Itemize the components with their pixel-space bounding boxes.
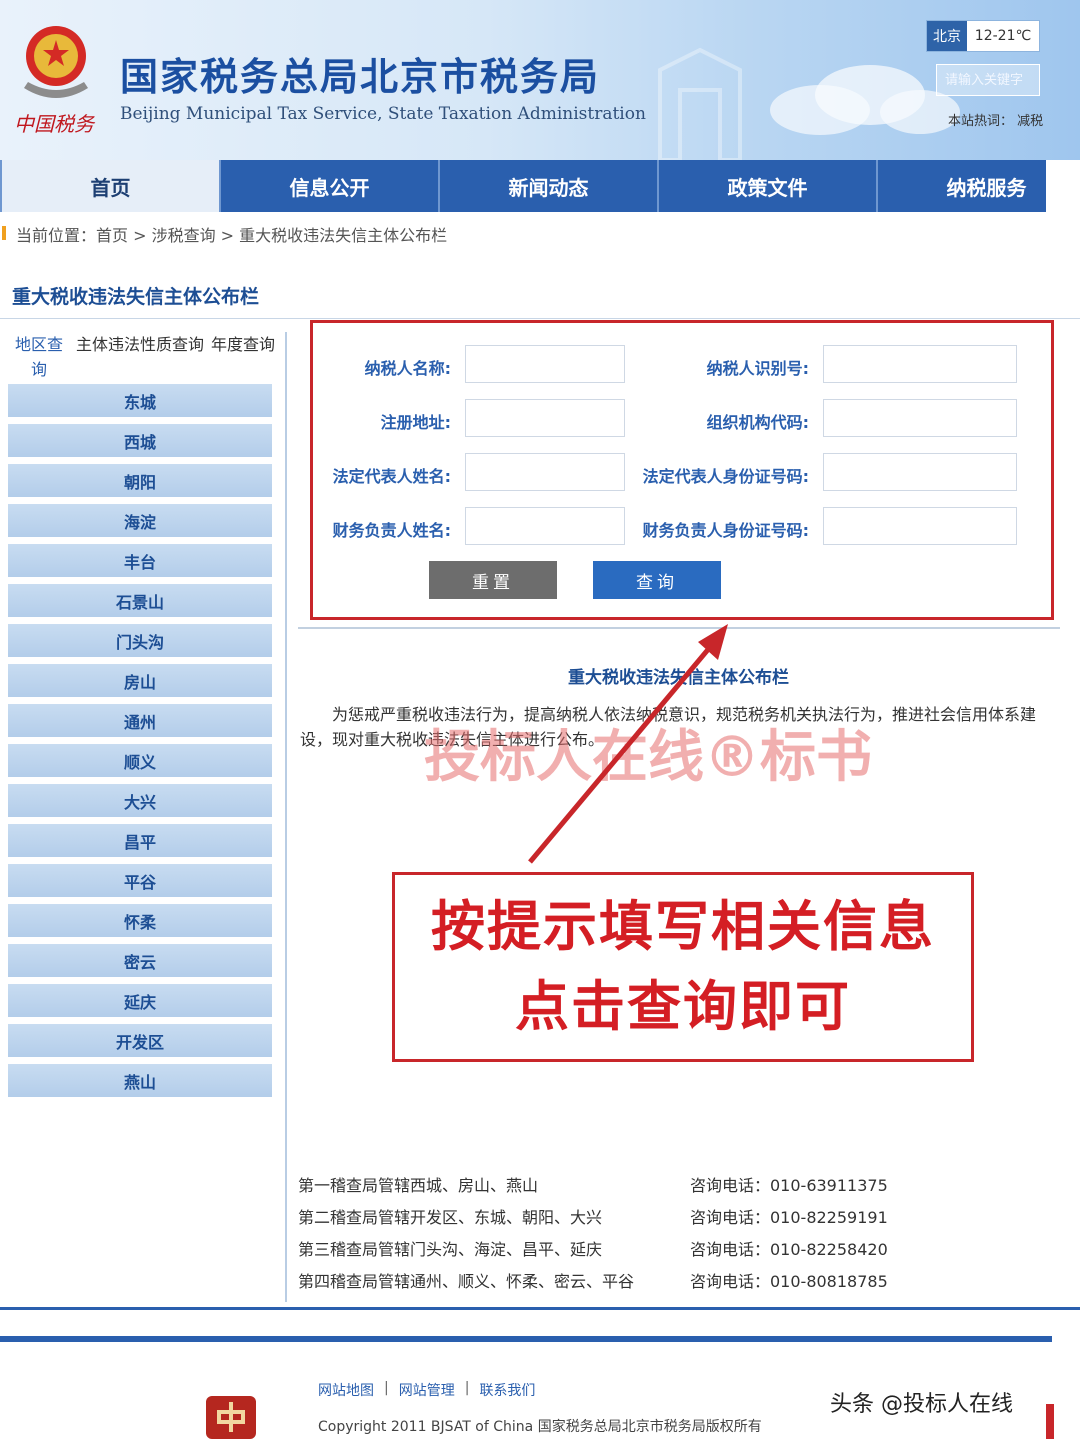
finance-name-label: 财务负责人姓名: [332, 521, 451, 540]
district-item[interactable]: 丰台 [8, 544, 272, 577]
finance-name-input[interactable] [465, 507, 625, 545]
weather-city: 北京 [927, 21, 967, 51]
district-item[interactable]: 燕山 [8, 1064, 272, 1097]
org-code-label: 组织机构代码: [706, 413, 809, 432]
tab-year-query[interactable]: 年度查询 [210, 332, 276, 382]
weather-temperature: 12-21℃ [974, 28, 1032, 44]
content-title: 重大税收违法失信主体公布栏 [568, 668, 789, 688]
legal-rep-id-input[interactable] [823, 453, 1017, 491]
reg-address-label: 注册地址: [380, 413, 451, 432]
form-divider [298, 627, 1060, 629]
footer-link-admin[interactable]: 网站管理 [399, 1380, 455, 1400]
footer-rule [0, 1307, 1080, 1310]
tab-violation-type-query[interactable]: 主体违法性质查询 [70, 332, 210, 382]
finance-id-input[interactable] [823, 507, 1017, 545]
taxpayer-id-input[interactable] [823, 345, 1017, 383]
finance-id-label: 财务负责人身份证号码: [642, 521, 809, 540]
district-item[interactable]: 怀柔 [8, 904, 272, 937]
query-type-tabs: 地区查询 主体违法性质查询 年度查询 [8, 332, 278, 382]
footer-separator: | [384, 1380, 389, 1396]
district-item[interactable]: 通州 [8, 704, 272, 737]
weather-widget: 北京 12-21℃ [926, 20, 1040, 52]
district-item[interactable]: 房山 [8, 664, 272, 697]
taxpayer-id-label: 纳税人识别号: [706, 359, 809, 378]
site-subtitle: Beijing Municipal Tax Service, State Tax… [120, 104, 646, 124]
footer-links: 网站地图 | 网站管理 | 联系我们 [318, 1380, 535, 1400]
section-divider [0, 318, 1080, 319]
office-phone: 咨询电话：010-82258420 [690, 1240, 888, 1259]
breadcrumb: 当前位置：首页 > 涉税查询 > 重大税收违法失信主体公布栏 [16, 226, 448, 245]
org-code-input[interactable] [823, 399, 1017, 437]
district-item[interactable]: 石景山 [8, 584, 272, 617]
inspection-offices: 第一稽查局管辖西城、房山、燕山 咨询电话：010-63911375 第二稽查局管辖开… [298, 1168, 938, 1296]
district-item[interactable]: 平谷 [8, 864, 272, 897]
main-nav: 首页 信息公开 新闻动态 政策文件 纳税服务 [0, 160, 1046, 212]
site-search-input[interactable] [936, 64, 1040, 96]
office-name: 第二稽查局管辖开发区、东城、朝阳、大兴 [298, 1208, 603, 1227]
building-decoration-icon [658, 47, 742, 160]
footer-link-sitemap[interactable]: 网站地图 [318, 1380, 374, 1400]
office-phone: 咨询电话：010-80818785 [690, 1272, 888, 1291]
office-row: 第一稽查局管辖西城、房山、燕山 咨询电话：010-63911375 [298, 1168, 938, 1200]
search-form: 纳税人名称: 纳税人识别号: 注册地址: 组织机构代码: 法定代表人姓名: 法定… [310, 320, 1054, 620]
district-item[interactable]: 大兴 [8, 784, 272, 817]
legal-rep-name-label: 法定代表人姓名: [332, 467, 451, 486]
district-item[interactable]: 顺义 [8, 744, 272, 777]
reset-button[interactable]: 重置 [429, 561, 557, 599]
nav-tax-service[interactable]: 纳税服务 [876, 160, 1046, 212]
legal-rep-id-label: 法定代表人身份证号码: [642, 467, 809, 486]
district-list: 东城西城朝阳海淀丰台石景山门头沟房山通州顺义大兴昌平平谷怀柔密云延庆开发区燕山 [8, 384, 272, 1104]
district-item[interactable]: 海淀 [8, 504, 272, 537]
tab-region-query[interactable]: 地区查询 [8, 332, 70, 382]
district-item[interactable]: 密云 [8, 944, 272, 977]
district-item[interactable]: 延庆 [8, 984, 272, 1017]
annotation-box: 按提示填写相关信息 点击查询即可 [392, 872, 974, 1062]
nav-policy[interactable]: 政策文件 [657, 160, 876, 212]
edge-marker [1046, 1404, 1054, 1439]
panel-divider [285, 332, 287, 1302]
nav-news[interactable]: 新闻动态 [438, 160, 657, 212]
query-button[interactable]: 查询 [593, 561, 721, 599]
copyright: Copyright 2011 BJSAT of China 国家税务总局北京市税… [318, 1419, 762, 1435]
footer-separator: | [464, 1380, 470, 1396]
legal-rep-name-input[interactable] [465, 453, 625, 491]
office-phone: 咨询电话：010-63911375 [690, 1176, 888, 1195]
cloud-decoration-icon [770, 65, 960, 135]
district-item[interactable]: 开发区 [8, 1024, 272, 1057]
office-row: 第三稽查局管辖门头沟、海淀、昌平、延庆 咨询电话：010-82258420 [298, 1232, 938, 1264]
taxpayer-name-label: 纳税人名称: [364, 359, 451, 378]
toutiao-watermark: 头条 @投标人在线 [830, 1392, 1013, 1417]
reg-address-input[interactable] [465, 399, 625, 437]
office-row: 第四稽查局管辖通州、顺义、怀柔、密云、平谷 咨询电话：010-80818785 [298, 1264, 938, 1296]
brand-signature: 中国税务 [14, 112, 94, 136]
district-item[interactable]: 西城 [8, 424, 272, 457]
office-phone: 咨询电话：010-82259191 [690, 1208, 888, 1227]
annotation-line-2: 点击查询即可 [515, 975, 851, 1038]
watermark-text: 投标人在线®标书 [424, 725, 872, 790]
district-item[interactable]: 门头沟 [8, 624, 272, 657]
footer-link-contact[interactable]: 联系我们 [479, 1380, 535, 1400]
site-title: 国家税务总局北京市税务局 [120, 55, 601, 99]
district-item[interactable]: 昌平 [8, 824, 272, 857]
nav-info-disclosure[interactable]: 信息公开 [219, 160, 438, 212]
taxpayer-name-input[interactable] [465, 345, 625, 383]
office-name: 第一稽查局管辖西城、房山、燕山 [298, 1176, 539, 1195]
tax-logo-icon [206, 1396, 256, 1439]
district-item[interactable]: 朝阳 [8, 464, 272, 497]
section-title: 重大税收违法失信主体公布栏 [12, 286, 260, 308]
office-row: 第二稽查局管辖开发区、东城、朝阳、大兴 咨询电话：010-82259191 [298, 1200, 938, 1232]
national-emblem-icon [24, 26, 88, 98]
footer-bar [0, 1336, 1052, 1342]
nav-home[interactable]: 首页 [0, 160, 219, 212]
district-item[interactable]: 东城 [8, 384, 272, 417]
office-name: 第四稽查局管辖通州、顺义、怀柔、密云、平谷 [298, 1272, 635, 1291]
breadcrumb-marker [2, 226, 6, 240]
annotation-line-1: 按提示填写相关信息 [431, 895, 935, 958]
hot-words: 本站热词： 减税 [948, 114, 1044, 129]
office-name: 第三稽查局管辖门头沟、海淀、昌平、延庆 [298, 1240, 603, 1259]
